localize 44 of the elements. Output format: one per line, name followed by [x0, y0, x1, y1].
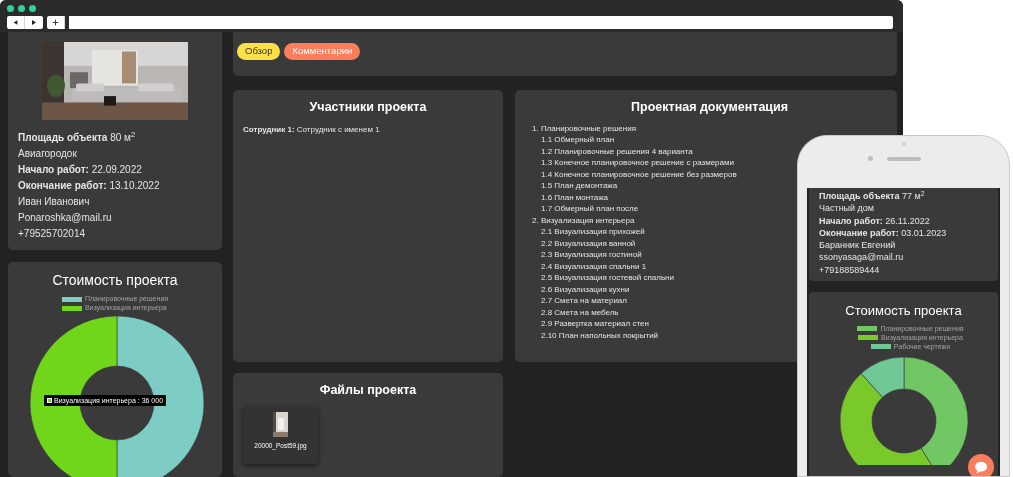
info-text: Начало работ: 22.09.2022: [18, 163, 143, 177]
info-text: Авиагородок: [18, 147, 78, 161]
speaker-icon: [887, 156, 921, 161]
card-title: Стоимость проекта: [52, 271, 178, 290]
chat-icon: [974, 460, 988, 474]
doc-item[interactable]: 2.8 Смета на мебель: [541, 306, 619, 319]
info-text: Площадь объекта 80 м$^{2}$: [18, 130, 137, 145]
card-title: Участники проекта: [308, 99, 428, 116]
info-text: Ponaroshka@mail.ru: [18, 211, 113, 225]
participant-text: Сотрудник 1: Сотрудник с именем 1: [243, 123, 381, 136]
card-title: Проектная документация: [630, 99, 789, 116]
doc-item[interactable]: 2.7 Смета на материал: [541, 295, 627, 307]
card-title: Файлы проекта: [318, 382, 418, 399]
doc-item[interactable]: 2.2 Визуализация ванной: [541, 237, 636, 250]
doc-item[interactable]: 1. Планировочные решения: [532, 122, 636, 135]
info-text: Начало работ: 26.11.2022: [819, 214, 931, 227]
info-text: Окончание работ: 03.01.2023: [819, 226, 948, 240]
doc-item[interactable]: 1.5 План демонтажа: [541, 180, 618, 192]
doc-item[interactable]: 1.7 Обмерный план после: [541, 203, 639, 215]
doc-item[interactable]: 1.2 Планировочные решения 4 варианта: [541, 145, 693, 158]
new-tab-icon[interactable]: [47, 16, 65, 29]
tab[interactable]: Обзор: [237, 43, 281, 60]
info-text: Частный дом: [819, 202, 876, 215]
doc-item[interactable]: 2.4 Визуализация спальни 1: [541, 260, 647, 273]
info-text: +79188589444: [819, 263, 881, 277]
doc-item[interactable]: 1.1 Обмерный план: [541, 134, 615, 146]
doc-item[interactable]: 2. Визуализация интерьера: [532, 214, 635, 227]
doc-item[interactable]: 2.1 Визуализация прихожей: [541, 226, 645, 238]
doc-item[interactable]: 2.10 План напольных покрытий: [541, 329, 659, 342]
sensor-icon: [868, 156, 873, 161]
info-text: Окончание работ: 13.10.2022: [18, 179, 161, 193]
info-text: Баранник Евгений: [819, 239, 897, 252]
info-text: Площадь объекта 77 м$^{2}$: [819, 190, 926, 203]
card-title: Стоимость проекта: [845, 302, 962, 321]
doc-item[interactable]: 2.3 Визуализация гостиной: [541, 249, 642, 261]
doc-item[interactable]: 2.5 Визуализация гостевой спальни: [541, 272, 674, 284]
doc-item[interactable]: 2.6 Визуализация кухни: [541, 283, 630, 296]
doc-item[interactable]: 1.6 План монтажа: [541, 191, 609, 204]
info-text: +79525702014: [18, 227, 87, 241]
info-text: Иван Иванович: [18, 195, 91, 209]
info-text: ssonyasaga@mail.ru: [819, 251, 905, 264]
doc-item[interactable]: 2.9 Развертка материал стен: [541, 318, 649, 330]
doc-item[interactable]: 1.3 Конечное планировочное решение с размерами: [541, 157, 734, 169]
doc-item[interactable]: 1.4 Конечное планировочное решение без размеров: [541, 168, 737, 181]
